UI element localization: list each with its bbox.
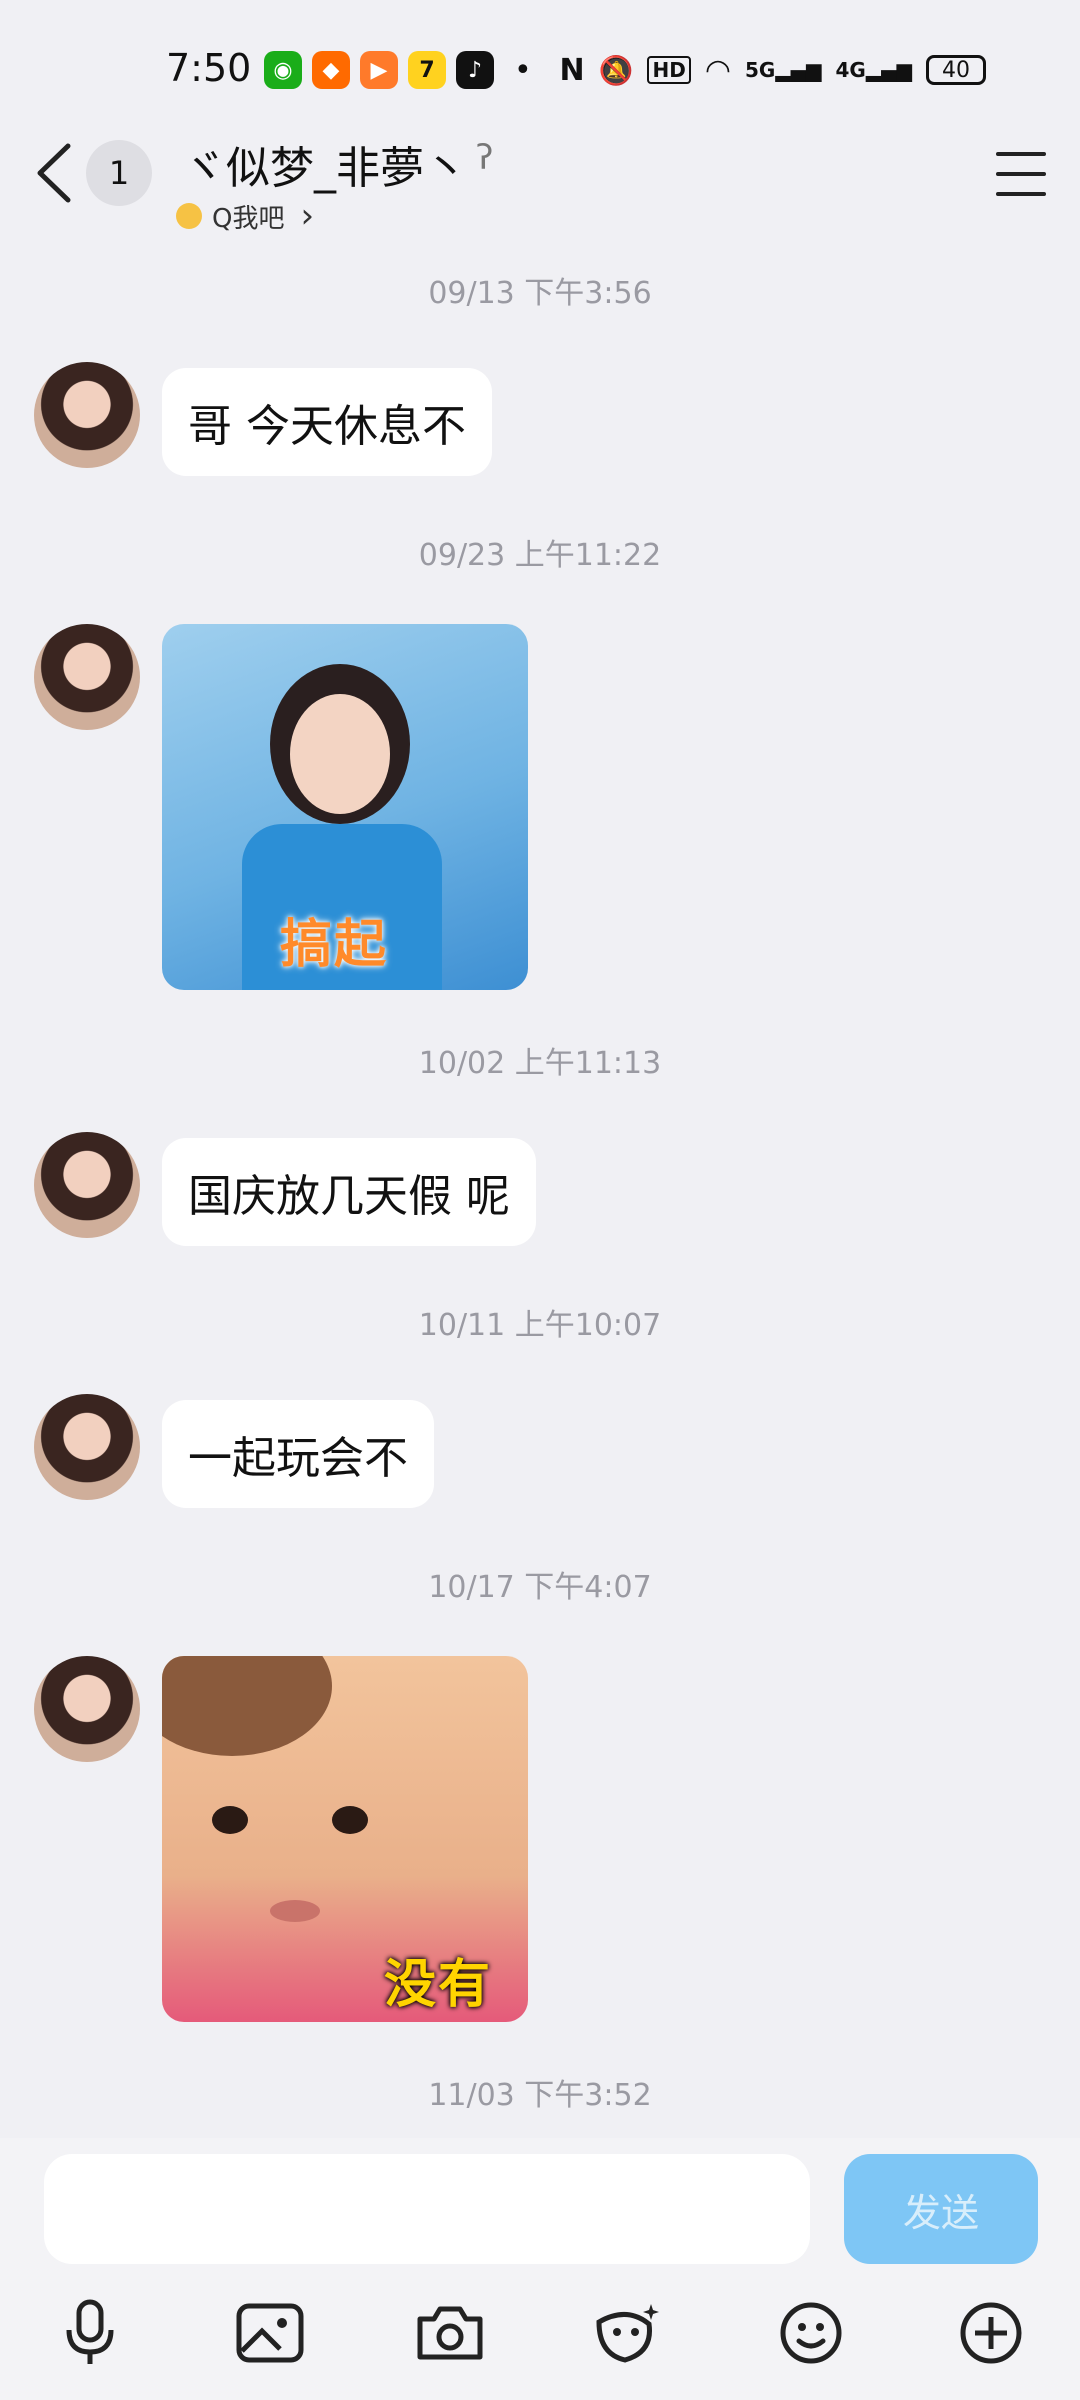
timestamp: 09/23 上午11:22 bbox=[418, 538, 662, 573]
sticker-caption: 搞起 bbox=[280, 915, 389, 975]
send-button[interactable]: 发送 bbox=[844, 2154, 1038, 2264]
status-text: Q我吧 bbox=[212, 203, 285, 234]
avatar[interactable] bbox=[34, 624, 140, 730]
message-bubble[interactable]: 国庆放几天假 呢 bbox=[162, 1138, 536, 1246]
nfc-icon: N bbox=[559, 52, 585, 88]
status-dot: • bbox=[514, 52, 532, 88]
message-bubble[interactable]: 一起玩会不 bbox=[162, 1400, 434, 1508]
emoji-icon[interactable] bbox=[776, 2298, 846, 2368]
unread-badge[interactable]: 1 bbox=[86, 140, 152, 206]
app-video-icon: ▶ bbox=[360, 51, 398, 89]
timestamp: 11/03 下午3:52 bbox=[428, 2078, 652, 2113]
net-4g-label: 4G bbox=[835, 58, 866, 82]
status-emoji-icon bbox=[176, 203, 202, 229]
hd-icon: HD bbox=[647, 56, 691, 84]
camera-icon[interactable] bbox=[415, 2298, 485, 2368]
avatar[interactable] bbox=[34, 1656, 140, 1762]
menu-icon[interactable] bbox=[996, 152, 1046, 196]
signal-4g-icon: 4G▂▄▆ bbox=[835, 58, 913, 82]
back-icon[interactable] bbox=[34, 142, 74, 204]
status-time: 7:50 bbox=[166, 46, 252, 90]
sticker-icon[interactable] bbox=[593, 2298, 663, 2368]
app-orange-icon: ◆ bbox=[312, 51, 350, 89]
timestamp: 10/02 上午11:13 bbox=[418, 1046, 662, 1081]
microphone-icon[interactable] bbox=[55, 2298, 125, 2368]
plus-icon[interactable] bbox=[956, 2298, 1026, 2368]
image-icon[interactable] bbox=[235, 2298, 305, 2368]
battery-icon: 40 bbox=[926, 55, 986, 85]
system-icons: N 🔕 HD ◠ 5G▂▄▆ 4G▂▄▆ 40 bbox=[559, 48, 986, 92]
avatar[interactable] bbox=[34, 1132, 140, 1238]
net-5g-label: 5G bbox=[745, 58, 776, 82]
wifi-icon: ◠ bbox=[704, 52, 731, 88]
timestamp: 09/13 下午3:56 bbox=[428, 276, 652, 311]
tiktok-icon: ♪ bbox=[456, 51, 494, 89]
sticker-caption: 没有 bbox=[384, 1955, 493, 2015]
contact-name[interactable]: ヾ似梦_非夢丶 bbox=[182, 132, 468, 196]
timestamp: 10/11 上午10:07 bbox=[418, 1308, 662, 1343]
message-bubble[interactable]: 哥 今天休息不 bbox=[162, 368, 492, 476]
chevron-right-icon: › bbox=[300, 196, 315, 236]
timestamp: 10/17 下午4:07 bbox=[428, 1570, 652, 1605]
status-bar: 7:50 ◉ ◆ ▶ 7 ♪ • N 🔕 HD ◠ 5G▂▄▆ 4G▂▄▆ 40 bbox=[0, 0, 1080, 140]
sticker-image[interactable]: 没有 bbox=[162, 1656, 528, 2022]
message-input[interactable] bbox=[44, 2154, 810, 2264]
mute-icon: 🔕 bbox=[598, 53, 634, 87]
ear-icon[interactable]: ʔ bbox=[476, 138, 493, 178]
wechat-icon: ◉ bbox=[264, 51, 302, 89]
sticker-image[interactable]: 搞起 bbox=[162, 624, 528, 990]
app-seven-icon: 7 bbox=[408, 51, 446, 89]
avatar[interactable] bbox=[34, 1394, 140, 1500]
contact-status[interactable]: Q我吧 › bbox=[176, 196, 314, 236]
notification-icons: ◉ ◆ ▶ 7 ♪ • bbox=[264, 48, 532, 92]
signal-5g-icon: 5G▂▄▆ bbox=[745, 58, 822, 82]
avatar[interactable] bbox=[34, 362, 140, 468]
